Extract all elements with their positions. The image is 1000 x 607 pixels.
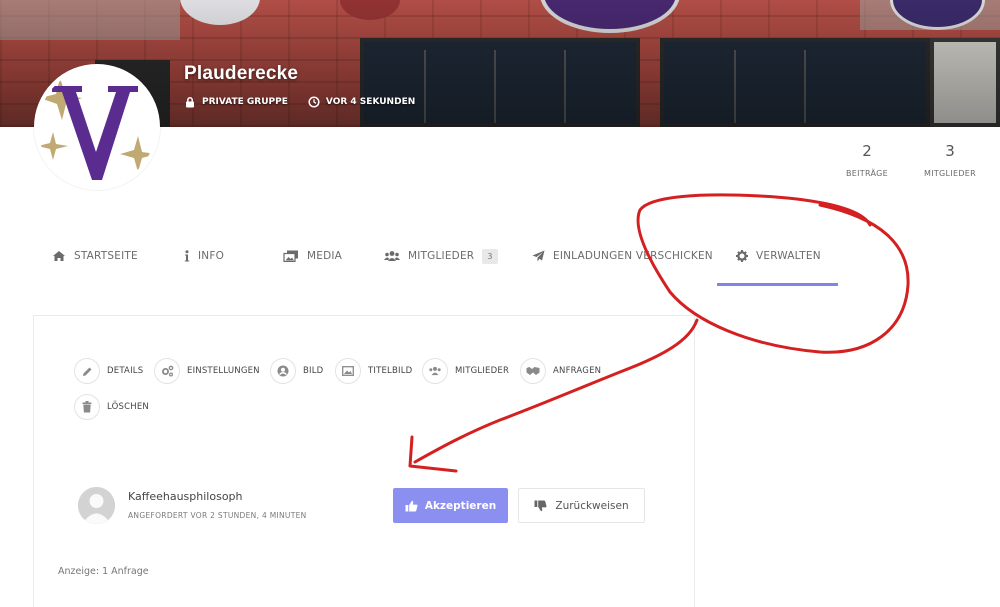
user-circle-icon	[270, 358, 296, 384]
group-meta: PRIVATE GRUPPE VOR 4 SEKUNDEN	[184, 96, 415, 108]
reject-button-label: Zurückweisen	[555, 499, 629, 512]
accept-button-label: Akzeptieren	[424, 499, 497, 512]
tab-members-count: 3	[482, 248, 498, 264]
cogs-icon	[154, 358, 180, 384]
tab-members[interactable]: MITGLIEDER 3	[384, 246, 498, 266]
trash-icon	[74, 394, 100, 420]
stat-posts-value: 2	[862, 142, 872, 160]
request-timestamp: ANGEFORDERT VOR 2 STUNDEN, 4 MINUTEN	[128, 511, 307, 520]
thumbs-up-icon	[405, 500, 418, 511]
stat-posts-label: BEITRÄGE	[845, 169, 888, 178]
tab-manage-label: VERWALTEN	[756, 250, 821, 262]
tab-info[interactable]: INFO	[184, 246, 224, 266]
clock-icon	[308, 96, 320, 108]
image-icon	[335, 358, 361, 384]
group-avatar[interactable]	[34, 64, 160, 190]
requester-name[interactable]: Kaffeehausphilosoph	[128, 490, 243, 503]
accept-button[interactable]: Akzeptieren	[393, 488, 508, 523]
tab-home-label: STARTSEITE	[74, 250, 138, 262]
tab-info-label: INFO	[198, 250, 225, 262]
paper-plane-icon	[532, 250, 545, 262]
tab-media[interactable]: MEDIA	[283, 246, 342, 266]
thumbs-down-icon	[534, 500, 547, 511]
subnav-delete-label: LÖSCHEN	[107, 402, 149, 412]
stat-posts: 2 BEITRÄGE	[832, 142, 902, 178]
group-title: Plauderecke	[184, 63, 299, 84]
requester-avatar[interactable]	[78, 487, 115, 524]
subnav-photo[interactable]: BILD	[270, 358, 323, 384]
stat-members-label: MITGLIEDER	[924, 169, 976, 178]
home-icon	[53, 251, 65, 261]
subnav-cover-photo-label: TITELBILD	[368, 366, 413, 376]
tab-home[interactable]: STARTSEITE	[52, 246, 138, 266]
reject-button[interactable]: Zurückweisen	[518, 488, 645, 523]
tab-manage[interactable]: VERWALTEN	[736, 246, 821, 266]
users-icon	[384, 251, 400, 261]
group-logo	[38, 78, 156, 180]
media-icon	[283, 250, 298, 262]
tab-send-invites[interactable]: EINLADUNGEN VERSCHICKEN	[532, 246, 713, 266]
active-tab-indicator	[717, 283, 838, 286]
stat-members-value: 3	[945, 142, 955, 160]
pencil-icon	[74, 358, 100, 384]
subnav-cover-photo[interactable]: TITELBILD	[335, 358, 412, 384]
gear-icon	[736, 250, 748, 262]
info-icon	[184, 250, 190, 262]
subnav-delete[interactable]: LÖSCHEN	[74, 394, 149, 420]
subnav-details-label: DETAILS	[107, 366, 144, 376]
pagination-count: Anzeige: 1 Anfrage	[58, 566, 149, 577]
handshake-icon	[520, 358, 546, 384]
subnav-details[interactable]: DETAILS	[74, 358, 143, 384]
default-avatar-icon	[78, 487, 115, 524]
subnav-members-label: MITGLIEDER	[455, 366, 510, 376]
subnav-photo-label: BILD	[303, 366, 324, 376]
privacy-label: PRIVATE GRUPPE	[202, 97, 288, 107]
tab-send-invites-label: EINLADUNGEN VERSCHICKEN	[553, 250, 713, 262]
users-icon	[422, 358, 448, 384]
lock-icon	[184, 96, 196, 108]
subnav-requests[interactable]: ANFRAGEN	[520, 358, 601, 384]
subnav-settings[interactable]: EINSTELLUNGEN	[154, 358, 260, 384]
tab-media-label: MEDIA	[307, 250, 343, 262]
activity-label: VOR 4 SEKUNDEN	[325, 97, 416, 107]
subnav-requests-label: ANFRAGEN	[553, 366, 602, 376]
stat-members: 3 MITGLIEDER	[915, 142, 985, 178]
subnav-settings-label: EINSTELLUNGEN	[187, 366, 260, 376]
tab-members-label: MITGLIEDER	[408, 250, 475, 262]
subnav-members[interactable]: MITGLIEDER	[422, 358, 509, 384]
